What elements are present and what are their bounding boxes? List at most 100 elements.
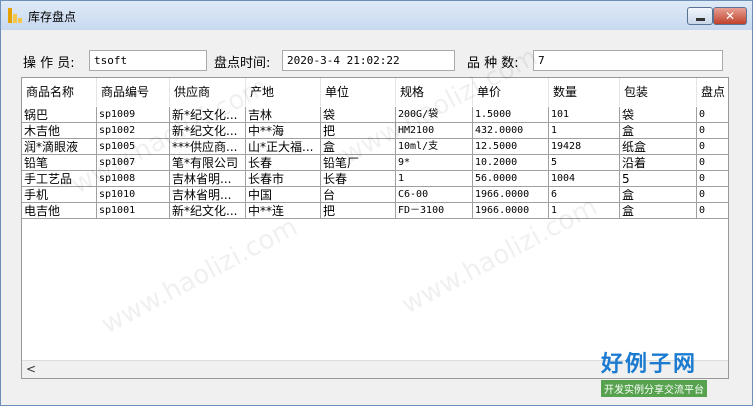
table-cell[interactable]: 润*滴眼液 (22, 139, 97, 155)
table-cell[interactable]: 200G/袋 (396, 107, 473, 123)
table-cell[interactable]: 1 (549, 123, 620, 139)
table-cell[interactable]: 锅巴 (22, 107, 97, 123)
minimize-button[interactable] (687, 7, 713, 25)
table-cell[interactable]: 6 (549, 187, 620, 203)
table-cell[interactable]: FD－3100 (396, 203, 473, 219)
table-cell[interactable]: 9* (396, 155, 473, 171)
table-cell[interactable]: 新*纪文化... (170, 203, 246, 219)
column-header[interactable]: 供应商 (170, 78, 246, 106)
table-cell[interactable]: HM2100 (396, 123, 473, 139)
table-cell[interactable]: sp1007 (97, 155, 170, 171)
table-cell[interactable]: ***供应商... (170, 139, 246, 155)
table-row[interactable]: 锅巴 sp1009 新*纪文化... 吉林袋 200G/袋 1.5000 101 袋 0 (22, 107, 728, 123)
table-row[interactable]: 手工艺品 sp1008 吉林省明... 长春市 长春 1 56.0000 1004 5 0 (22, 171, 728, 187)
column-header[interactable]: 单价 (473, 78, 549, 106)
table-cell[interactable]: 101 (549, 107, 620, 123)
table-cell[interactable]: 0 (697, 155, 728, 171)
table-cell[interactable]: 把 (321, 123, 396, 139)
table-cell[interactable]: 0 (697, 139, 728, 155)
column-header[interactable]: 单位 (321, 78, 396, 106)
table-cell[interactable]: 铅笔厂 (321, 155, 396, 171)
table-cell[interactable]: 12.5000 (473, 139, 549, 155)
table-cell[interactable]: 山*正大福... (246, 139, 321, 155)
table-cell[interactable]: 笔*有限公司 (170, 155, 246, 171)
time-field[interactable]: 2020-3-4 21:02:22 (282, 50, 455, 71)
table-cell[interactable]: C6-00 (396, 187, 473, 203)
table-cell[interactable]: 手工艺品 (22, 171, 97, 187)
logo-subtitle: 开发实例分享交流平台 (601, 380, 707, 397)
column-header[interactable]: 规格 (396, 78, 473, 106)
column-header[interactable]: 商品名称 (22, 78, 97, 106)
table-cell[interactable]: 0 (697, 123, 728, 139)
table-cell[interactable]: 纸盒 (620, 139, 697, 155)
table-cell[interactable]: 吉林 (246, 107, 321, 123)
table-cell[interactable]: 1966.0000 (473, 203, 549, 219)
table-cell[interactable]: 10.2000 (473, 155, 549, 171)
table-row[interactable]: 润*滴眼液 sp1005 ***供应商... 山*正大福... 盒 10ml/支 12.50… (22, 139, 728, 155)
table-cell[interactable]: 0 (697, 203, 728, 219)
table-cell[interactable]: sp1010 (97, 187, 170, 203)
table-cell[interactable]: 长春 (246, 155, 321, 171)
table-row[interactable]: 铅笔 sp1007 笔*有限公司 长春 铅笔厂 9* 10.2000 5 沿着 0 (22, 155, 728, 171)
table-cell[interactable]: 10ml/支 (396, 139, 473, 155)
table-cell[interactable]: 沿着 (620, 155, 697, 171)
table-cell[interactable]: sp1002 (97, 123, 170, 139)
table-cell[interactable]: 盒 (321, 139, 396, 155)
table-cell[interactable]: 1966.0000 (473, 187, 549, 203)
table-cell[interactable]: 袋 (321, 107, 396, 123)
watermark-logo: 好例子网 开发实例分享交流平台 (601, 346, 707, 397)
table-cell[interactable]: 1.5000 (473, 107, 549, 123)
table-cell[interactable]: 电吉他 (22, 203, 97, 219)
table-cell[interactable]: sp1005 (97, 139, 170, 155)
column-header[interactable]: 产地 (246, 78, 321, 106)
table-cell[interactable]: 5 (549, 155, 620, 171)
table-cell[interactable]: 中**海 (246, 123, 321, 139)
app-chart-icon (8, 8, 22, 23)
title-bar[interactable]: 库存盘点 ✕ (1, 1, 752, 30)
table-cell[interactable]: 台 (321, 187, 396, 203)
column-header[interactable]: 盘点 (697, 78, 728, 106)
table-cell[interactable]: 长春市 (246, 171, 321, 187)
table-cell[interactable]: sp1008 (97, 171, 170, 187)
table-cell[interactable]: 19428 (549, 139, 620, 155)
table-cell[interactable]: 新*纪文化... (170, 107, 246, 123)
table-cell[interactable]: 0 (697, 187, 728, 203)
table-cell[interactable]: 56.0000 (473, 171, 549, 187)
column-header[interactable]: 数量 (549, 78, 620, 106)
column-header[interactable]: 包装 (620, 78, 697, 106)
column-header[interactable]: 商品编号 (97, 78, 170, 106)
table-cell[interactable]: 5 (620, 171, 697, 187)
inventory-grid[interactable]: 商品名称 商品编号 供应商 产地 单位 规格 单价 数量 包装 盘点 锅巴 sp1009 新*纪文化.… (21, 77, 729, 379)
table-cell[interactable]: 手机 (22, 187, 97, 203)
table-row[interactable]: 木吉他 sp1002 新*纪文化... 中**海把 HM2100 432.0000 1 盒 0 (22, 123, 728, 139)
table-cell[interactable]: 长春 (321, 171, 396, 187)
table-cell[interactable]: 0 (697, 107, 728, 123)
table-cell[interactable]: 把 (321, 203, 396, 219)
close-button[interactable]: ✕ (713, 7, 747, 25)
table-cell[interactable]: 袋 (620, 107, 697, 123)
table-row[interactable]: 手机 sp1010 吉林省明... 中国台 C6-00 1966.0000 6 盒 0 (22, 187, 728, 203)
table-cell[interactable]: 木吉他 (22, 123, 97, 139)
table-cell[interactable]: 1 (396, 171, 473, 187)
kinds-field[interactable]: 7 (533, 50, 723, 71)
table-cell[interactable]: 0 (697, 171, 728, 187)
table-cell[interactable]: 盒 (620, 203, 697, 219)
table-cell[interactable]: 中**连 (246, 203, 321, 219)
kinds-label: 品 种 数: (467, 56, 519, 71)
operator-field[interactable]: tsoft (89, 50, 207, 71)
table-cell[interactable]: 吉林省明... (170, 187, 246, 203)
scroll-left-icon[interactable]: < (26, 361, 36, 378)
table-cell[interactable]: 中国 (246, 187, 321, 203)
table-cell[interactable]: 铅笔 (22, 155, 97, 171)
table-cell[interactable]: 1004 (549, 171, 620, 187)
table-cell[interactable]: 吉林省明... (170, 171, 246, 187)
table-cell[interactable]: sp1001 (97, 203, 170, 219)
table-cell[interactable]: 1 (549, 203, 620, 219)
table-row[interactable]: 电吉他 sp1001 新*纪文化... 中**连把 FD－3100 1966.0000 1 盒… (22, 203, 728, 219)
client-area: 操 作 员: tsoft 盘点时间: 2020-3-4 21:02:22 品 种… (7, 30, 746, 399)
table-cell[interactable]: 新*纪文化... (170, 123, 246, 139)
table-cell[interactable]: 盒 (620, 187, 697, 203)
table-cell[interactable]: 盒 (620, 123, 697, 139)
table-cell[interactable]: sp1009 (97, 107, 170, 123)
table-cell[interactable]: 432.0000 (473, 123, 549, 139)
